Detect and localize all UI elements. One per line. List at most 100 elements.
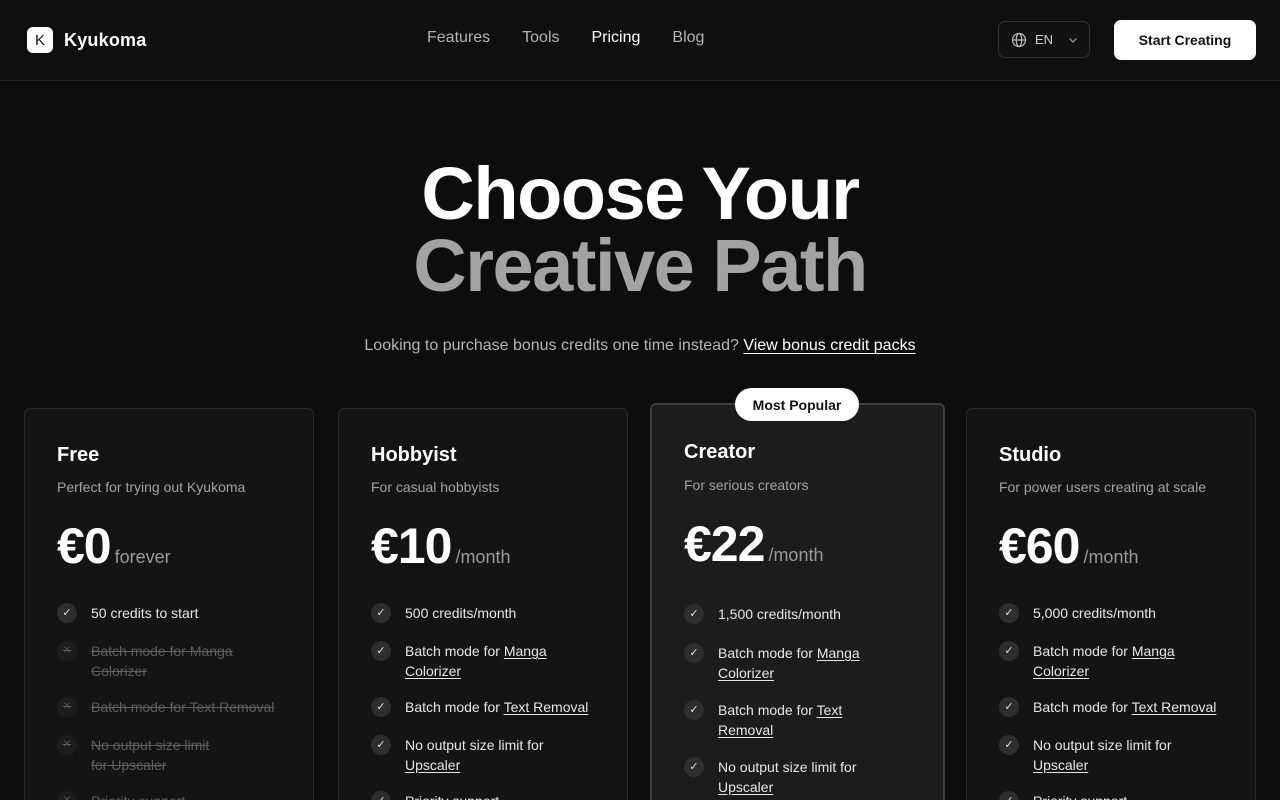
nav-link-blog[interactable]: Blog [672, 29, 704, 47]
chevron-down-icon [1069, 37, 1078, 43]
feature-text: Priority support [91, 791, 185, 800]
bonus-credits-text: Looking to purchase bonus credits one ti… [364, 337, 739, 354]
x-icon: ✕ [57, 641, 77, 661]
feature-text: No output size limit for Upscaler [405, 735, 561, 775]
feature-text: 5,000 credits/month [1033, 605, 1156, 621]
nav-link-features[interactable]: Features [427, 29, 490, 47]
feature-text: Batch mode for Text Removal [718, 700, 854, 740]
check-icon: ✓ [371, 641, 391, 661]
logo-k-icon: K [27, 27, 53, 53]
feature-item: ✓ Batch mode for Manga Colorizer [999, 641, 1189, 681]
globe-icon [1011, 32, 1027, 47]
plan-price: €22 /month [684, 515, 823, 573]
hero-subtitle: Looking to purchase bonus credits one ti… [0, 337, 1280, 355]
plan-price: €60 /month [999, 517, 1138, 575]
feature-item: ✓ Batch mode for Text Removal [999, 697, 1239, 717]
feature-text: Priority support [1033, 791, 1127, 800]
plan-description: For power users creating at scale [999, 479, 1206, 495]
nav-link-pricing[interactable]: Pricing [592, 29, 641, 47]
check-icon: ✓ [57, 603, 77, 623]
plan-description: For casual hobbyists [371, 479, 500, 495]
hero-title-line-2: Creative Path [413, 224, 868, 307]
price-amount: €0 [57, 518, 112, 574]
plan-price: €0 forever [57, 517, 171, 575]
feature-text-prefix: Batch mode for [1033, 643, 1132, 659]
feature-item-disabled: ✕ No output size limit for Upscaler [57, 735, 227, 775]
feature-text-prefix: Batch mode for [718, 645, 817, 661]
check-icon: ✓ [371, 735, 391, 755]
feature-text-prefix: No output size limit for [405, 737, 544, 753]
feature-item: ✓ Batch mode for Manga Colorizer [684, 643, 884, 683]
feature-item: ✓ Priority support [371, 791, 601, 800]
feature-text: Priority support [405, 791, 499, 800]
feature-text: Batch mode for Manga Colorizer [1033, 641, 1189, 681]
text-removal-link[interactable]: Text Removal [504, 699, 589, 715]
language-code: EN [1035, 32, 1054, 47]
check-icon: ✓ [999, 791, 1019, 800]
plan-card-free: Free Perfect for trying out Kyukoma €0 f… [24, 408, 314, 800]
feature-text: Batch mode for Manga Colorizer [91, 643, 233, 679]
feature-item: ✓ Batch mode for Text Removal [684, 700, 854, 740]
price-amount: €10 [371, 518, 452, 574]
feature-text-prefix: Batch mode for [405, 643, 504, 659]
price-period: forever [114, 547, 171, 567]
bonus-credit-packs-link[interactable]: View bonus credit packs [743, 337, 915, 354]
feature-text: Batch mode for Text Removal [405, 697, 588, 717]
feature-text-prefix: No output size limit for [1033, 737, 1172, 753]
feature-text: Batch mode for Text Removal [1033, 697, 1216, 717]
hero-title-line-1: Choose Your [421, 152, 860, 235]
check-icon: ✓ [684, 757, 704, 777]
price-period: /month [455, 547, 511, 567]
feature-item-disabled: ✕ Priority support [57, 791, 287, 800]
feature-text: 1,500 credits/month [718, 606, 841, 622]
plan-price: €10 /month [371, 517, 510, 575]
price-period: /month [768, 545, 824, 565]
plan-card-hobbyist: Hobbyist For casual hobbyists €10 /month… [338, 408, 628, 800]
brand-logo[interactable]: K Kyukoma [27, 27, 146, 53]
feature-item: ✓ No output size limit for Upscaler [371, 735, 561, 775]
feature-text: 500 credits/month [405, 605, 517, 621]
start-creating-button[interactable]: Start Creating [1114, 20, 1256, 60]
feature-text: No output size limit for Upscaler [1033, 735, 1189, 775]
plan-name: Free [57, 444, 100, 466]
plan-description: For serious creators [684, 477, 809, 493]
feature-item: ✓ Batch mode for Manga Colorizer [371, 641, 561, 681]
price-amount: €60 [999, 518, 1080, 574]
main-nav: Features Tools Pricing Blog [427, 29, 704, 47]
x-icon: ✕ [57, 697, 77, 717]
feature-item: ✓ Priority support [999, 791, 1229, 800]
nav-link-tools[interactable]: Tools [522, 29, 559, 47]
feature-text: Batch mode for Manga Colorizer [718, 643, 884, 683]
feature-item: ✓ Batch mode for Text Removal [371, 697, 611, 717]
price-amount: €22 [684, 516, 765, 572]
feature-text: Batch mode for Text Removal [91, 699, 275, 715]
plan-description: Perfect for trying out Kyukoma [57, 479, 246, 495]
feature-item-disabled: ✕ Batch mode for Manga Colorizer [57, 641, 287, 681]
language-selector[interactable]: EN [998, 21, 1090, 58]
check-icon: ✓ [684, 604, 704, 624]
feature-text-prefix: Batch mode for [718, 702, 817, 718]
check-icon: ✓ [371, 791, 391, 800]
plan-card-creator: Creator For serious creators €22 /month … [650, 403, 945, 800]
feature-item: ✓ No output size limit for Upscaler [999, 735, 1189, 775]
feature-item: ✓ 50 credits to start [57, 603, 287, 623]
feature-text: No output size limit for Upscaler [718, 757, 884, 797]
x-icon: ✕ [57, 735, 77, 755]
feature-item: ✓ 1,500 credits/month [684, 604, 914, 624]
plan-card-studio: Studio For power users creating at scale… [966, 408, 1256, 800]
x-icon: ✕ [57, 791, 77, 800]
feature-text-prefix: No output size limit for [718, 759, 857, 775]
price-period: /month [1083, 547, 1139, 567]
feature-text-prefix: Batch mode for [405, 699, 504, 715]
upscaler-link[interactable]: Upscaler [1033, 757, 1088, 773]
feature-item: ✓ 500 credits/month [371, 603, 601, 623]
check-icon: ✓ [371, 603, 391, 623]
upscaler-link[interactable]: Upscaler [405, 757, 460, 773]
check-icon: ✓ [999, 603, 1019, 623]
feature-text: No output size limit for Upscaler [91, 737, 210, 773]
check-icon: ✓ [999, 641, 1019, 661]
upscaler-link[interactable]: Upscaler [718, 779, 773, 795]
check-icon: ✓ [684, 643, 704, 663]
text-removal-link[interactable]: Text Removal [1132, 699, 1217, 715]
feature-item-disabled: ✕ Batch mode for Text Removal [57, 697, 287, 717]
